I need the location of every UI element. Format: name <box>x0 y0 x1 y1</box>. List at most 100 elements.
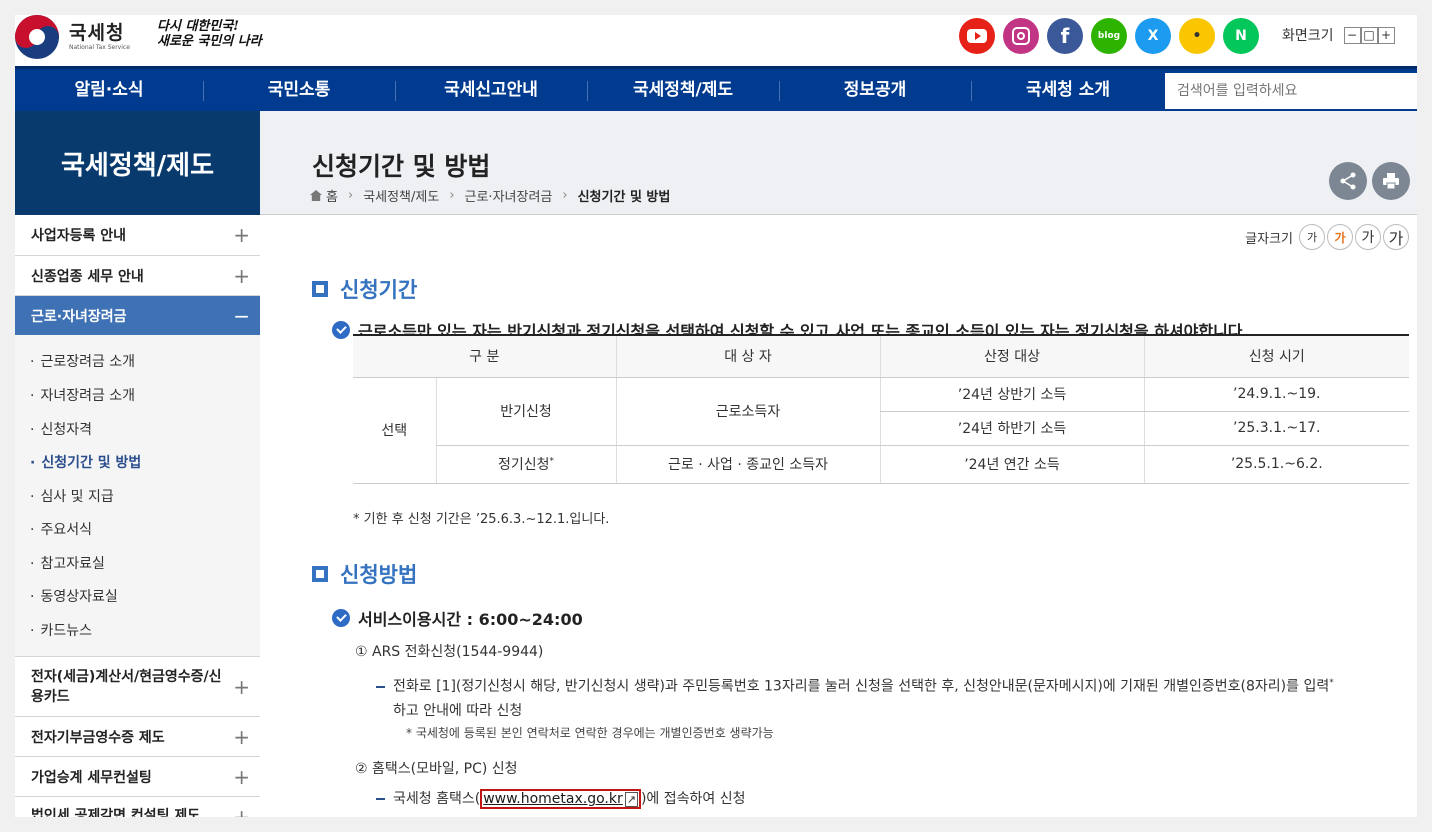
chevron-right-icon: › <box>449 188 455 203</box>
sidebar-item-corporate-tax-consulting[interactable]: 법인세 공제감면 컨설팅 제도 + <box>15 797 260 817</box>
font-size-xlarge-button[interactable]: 가 <box>1383 224 1409 250</box>
table-row: 정기신청* 근로 · 사업 · 종교인 소득자 ’24년 연간 소득 ’25.5… <box>353 445 1409 484</box>
instagram-icon[interactable] <box>1003 18 1039 54</box>
table-cell-regular-target: 근로 · 사업 · 종교인 소득자 <box>615 445 880 484</box>
chevron-right-icon: › <box>347 188 354 203</box>
late-application-note: * 기한 후 신청 기간은 ’25.6.3.~12.1.입니다. <box>353 512 610 527</box>
table-cell-date: ’24.9.1.~19. <box>1143 377 1409 412</box>
slogan: 다시 대한민국! 새로운 국민의 나라 <box>157 19 262 49</box>
ars-note: * 국세청에 등록된 본인 연락처로 연락한 경우에는 개별인증번호 생략가능 <box>406 726 774 740</box>
sidebar: 사업자등록 안내 + 신종업종 세무 안내 + 근로·자녀장려금 − 근로장려금… <box>15 215 260 817</box>
sidebar-item-label: 법인세 공제감면 컨설팅 제도 <box>31 808 201 817</box>
sidebar-item-succession-consulting[interactable]: 가업승계 세무컨설팅 + <box>15 757 260 797</box>
font-size-large-button[interactable]: 가 <box>1355 224 1381 250</box>
table-header-income-period: 산정 대상 <box>879 334 1144 378</box>
submenu-item-earned-income[interactable]: 근로장려금 소개 <box>30 351 135 371</box>
dash-bullet-icon <box>376 798 385 800</box>
print-button[interactable] <box>1372 162 1410 200</box>
font-size-control: 글자크기 가 가 가 가 <box>1245 224 1409 250</box>
zoom-in-button[interactable]: + <box>1377 26 1395 44</box>
zoom-out-button[interactable]: − <box>1343 26 1361 44</box>
sidebar-title: 국세정책/제도 <box>15 111 260 215</box>
naver-icon[interactable]: N <box>1223 18 1259 54</box>
table-header-application-date: 신청 시기 <box>1143 334 1409 378</box>
section-heading-period: 신청기간 <box>312 274 417 304</box>
sidebar-item-label: 가업승계 세무컨설팅 <box>31 769 152 786</box>
expand-icon: + <box>233 223 250 247</box>
submenu-item-videos[interactable]: 동영상자료실 <box>30 586 117 606</box>
ars-desc-line1: 전화로 [1](정기신청시 해당, 반기신청시 생략)과 주민등록번호 13자리… <box>393 678 1330 695</box>
slogan-line1: 다시 대한민국! <box>157 19 239 34</box>
nav-item-disclosure[interactable]: 정보공개 <box>779 69 971 111</box>
taegeuk-emblem-icon <box>15 15 59 59</box>
sns-links: f blog X • N <box>959 18 1259 54</box>
main-nav: 알림·소식 국민소통 국세신고안내 국세정책/제도 정보공개 국세청 소개 <box>15 66 1417 111</box>
table-row: 선택 반기신청 근로소득자 ’24년 상반기 소득 ’24.9.1.~19. <box>353 377 1409 484</box>
asterisk-mark: * <box>1329 678 1334 688</box>
table-header-row: 구 분 대 상 자 산정 대상 신청 시기 <box>353 334 1409 378</box>
sidebar-item-business-registration[interactable]: 사업자등록 안내 + <box>15 215 260 256</box>
breadcrumb-home[interactable]: 홈 <box>326 186 338 205</box>
table-cell-half-label: 반기신청 <box>435 377 616 446</box>
step-ars-description: 전화로 [1](정기신청시 해당, 반기신청시 생략)과 주민등록번호 13자리… <box>376 671 1411 723</box>
breadcrumb: 홈 › 국세정책/제도 › 근로·자녀장려금 › 신청기간 및 방법 <box>310 186 670 205</box>
sidebar-item-e-donation[interactable]: 전자기부금영수증 제도 + <box>15 717 260 757</box>
dash-bullet-icon <box>376 685 385 688</box>
sidebar-item-new-business[interactable]: 신종업종 세무 안내 + <box>15 256 260 296</box>
table-cell-period: ’24년 하반기 소득 <box>879 411 1144 446</box>
heading-text: 신청기간 <box>340 278 418 302</box>
table-cell-regular-period: ’24년 연간 소득 <box>879 445 1144 484</box>
sidebar-item-earned-income-credit[interactable]: 근로·자녀장려금 − <box>15 296 260 336</box>
external-link-icon[interactable]: ↗ <box>624 792 638 807</box>
submenu-item-references[interactable]: 참고자료실 <box>30 553 104 573</box>
nts-logo[interactable]: 국세청 National Tax Service <box>15 15 130 59</box>
sidebar-item-e-invoice[interactable]: 전자(세금)계산서/현금영수증/신용카드 + <box>15 657 260 717</box>
ars-desc-line2: 하고 안내에 따라 신청 <box>393 702 523 719</box>
nav-item-about[interactable]: 국세청 소개 <box>971 69 1165 111</box>
share-button[interactable] <box>1329 162 1367 200</box>
x-icon[interactable]: X <box>1135 18 1171 54</box>
font-size-label: 글자크기 <box>1245 231 1293 247</box>
blog-icon[interactable]: blog <box>1091 18 1127 54</box>
step-hometax: ② 홈택스(모바일, PC) 신청 <box>355 761 518 777</box>
nav-item-tax-guide[interactable]: 국세신고안내 <box>395 69 587 111</box>
search-input[interactable] <box>1165 73 1417 109</box>
logo-text-english: National Tax Service <box>69 44 130 51</box>
font-size-small-button[interactable]: 가 <box>1299 224 1325 250</box>
sidebar-item-label: 전자기부금영수증 제도 <box>31 729 165 746</box>
check-circle-icon <box>332 321 350 339</box>
hometax-desc-pre: 국세청 홈택스( <box>393 791 481 807</box>
submenu-item-child-credit[interactable]: 자녀장려금 소개 <box>30 385 135 405</box>
zoom-reset-button[interactable]: □ <box>1360 26 1378 44</box>
breadcrumb-tax-policy[interactable]: 국세정책/제도 <box>363 186 439 205</box>
kakao-story-icon[interactable]: • <box>1179 18 1215 54</box>
nav-item-tax-policy[interactable]: 국세정책/제도 <box>587 69 779 111</box>
expand-icon: + <box>233 724 250 749</box>
service-hours-text: 서비스이용시간 : 6:00~24:00 <box>358 610 583 629</box>
zoom-label: 화면크기 <box>1282 28 1334 44</box>
print-icon <box>1383 173 1399 190</box>
content-header: 신청기간 및 방법 홈 › 국세정책/제도 › 근로·자녀장려금 › 신청기간 … <box>260 111 1417 215</box>
screen-zoom: 화면크기 − □ + <box>1282 25 1395 45</box>
submenu-item-card-news[interactable]: 카드뉴스 <box>30 620 92 640</box>
submenu-item-eligibility[interactable]: 신청자격 <box>30 419 92 439</box>
hometax-link[interactable]: www.hometax.go.kr <box>483 791 623 807</box>
breadcrumb-earned-income-credit[interactable]: 근로·자녀장려금 <box>465 186 553 205</box>
sidebar-item-label: 사업자등록 안내 <box>31 228 127 244</box>
table-cell-period: ’24년 상반기 소득 <box>879 377 1144 412</box>
page-title: 신청기간 및 방법 <box>312 152 491 181</box>
facebook-icon[interactable]: f <box>1047 18 1083 54</box>
expand-icon: + <box>233 263 250 288</box>
sidebar-submenu: 근로장려금 소개 자녀장려금 소개 신청자격 신청기간 및 방법 심사 및 지급… <box>15 335 260 657</box>
submenu-item-period-method[interactable]: 신청기간 및 방법 <box>30 452 141 472</box>
check-circle-icon <box>332 609 350 627</box>
submenu-item-forms[interactable]: 주요서식 <box>30 519 92 539</box>
expand-icon: + <box>233 674 250 699</box>
font-size-default-button[interactable]: 가 <box>1327 224 1353 250</box>
submenu-item-review-payment[interactable]: 심사 및 지급 <box>30 486 113 506</box>
nav-item-communication[interactable]: 국민소통 <box>203 69 395 111</box>
nav-item-news[interactable]: 알림·소식 <box>15 69 203 111</box>
sidebar-item-label: 전자(세금)계산서/현금영수증/신용카드 <box>31 668 222 705</box>
youtube-icon[interactable] <box>959 18 995 54</box>
table-cell-date: ’25.3.1.~17. <box>1143 411 1409 446</box>
